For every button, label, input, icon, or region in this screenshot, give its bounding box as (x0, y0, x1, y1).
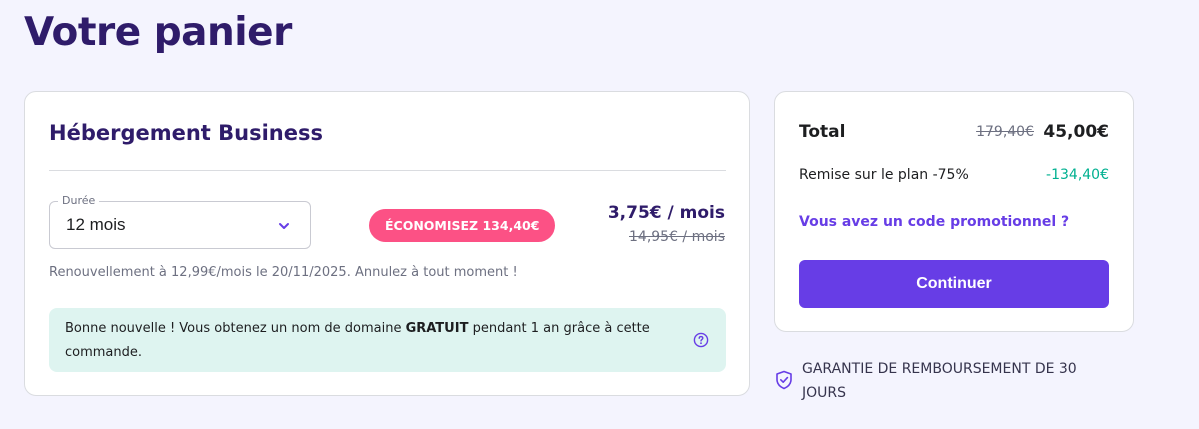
free-domain-notice-text: Bonne nouvelle ! Vous obtenez un nom de … (65, 317, 665, 365)
period-select-legend: Durée (58, 194, 100, 207)
price-per-month: 3,75€ / mois (607, 203, 725, 223)
period-select-value: 12 mois (66, 215, 126, 234)
product-card: Hébergement Business Durée 12 mois ÉCONO… (24, 91, 750, 396)
savings-badge: ÉCONOMISEZ 134,40€ (369, 209, 556, 242)
discount-value: -134,40€ (1046, 167, 1109, 183)
divider (49, 170, 726, 171)
total-label: Total (799, 122, 846, 142)
promo-code-link[interactable]: Vous avez un code promotionnel ? (799, 214, 1069, 230)
question-circle-icon[interactable] (693, 332, 709, 348)
discount-label: Remise sur le plan -75% (799, 167, 969, 183)
shield-check-icon (776, 370, 792, 390)
continue-button[interactable]: Continuer (799, 260, 1109, 308)
notice-text-highlight: GRATUIT (405, 321, 469, 336)
guarantee-text: GARANTIE DE REMBOURSEMENT DE 30 JOURS (802, 361, 1077, 401)
free-domain-notice: Bonne nouvelle ! Vous obtenez un nom de … (49, 308, 726, 372)
original-price-per-month: 14,95€ / mois (629, 229, 725, 245)
product-name: Hébergement Business (49, 121, 323, 145)
page-title: Votre panier (24, 10, 292, 55)
chevron-down-icon (279, 223, 289, 229)
order-summary-card: Total 179,40€ 45,00€ Remise sur le plan … (774, 91, 1134, 332)
period-select[interactable]: Durée 12 mois (49, 194, 311, 249)
notice-text-start: Bonne nouvelle ! Vous obtenez un nom de … (65, 321, 406, 336)
cart-page: Votre panier Hébergement Business Durée … (0, 0, 1199, 429)
total-original-price: 179,40€ (976, 124, 1034, 140)
renewal-info: Renouvellement à 12,99€/mois le 20/11/20… (49, 265, 518, 280)
total-price: 45,00€ (1043, 122, 1109, 142)
